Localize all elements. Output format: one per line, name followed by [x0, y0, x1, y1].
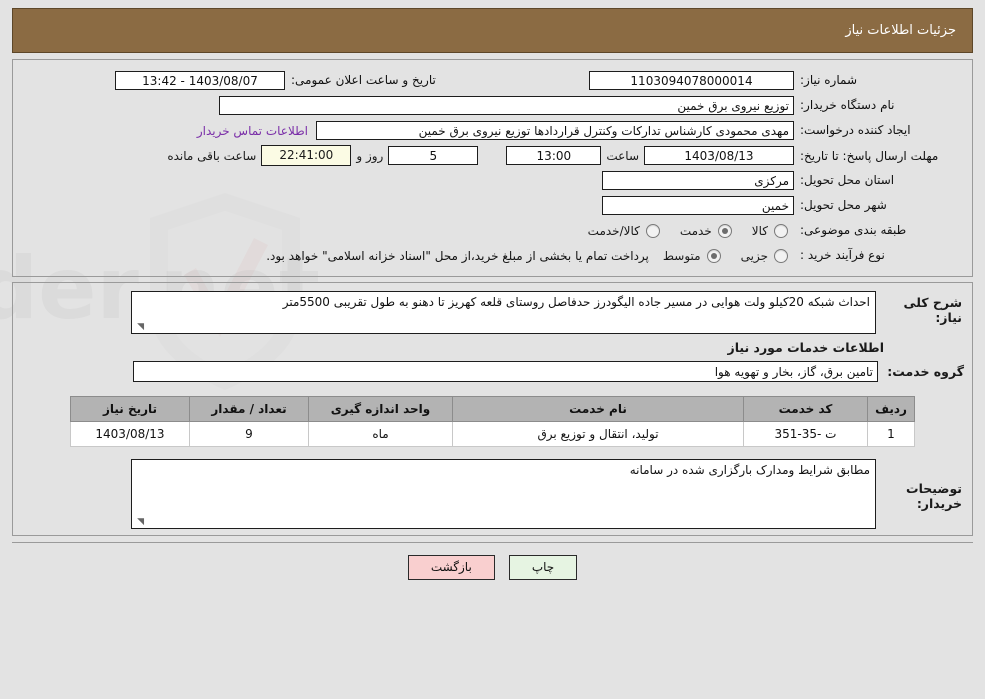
cell-unit: ماه [308, 421, 453, 447]
radio-category-2-label: کالا/خدمت [587, 223, 640, 238]
col-quantity: تعداد / مقدار [189, 396, 309, 422]
col-date: تاریخ نیاز [70, 396, 190, 422]
footer-buttons: بازگشت چاپ [0, 555, 985, 580]
radio-process-1[interactable] [706, 248, 721, 263]
row-deadline: مهلت ارسال پاسخ: تا تاریخ: 1403/08/13 سا… [21, 145, 964, 166]
buyer-notes-textarea[interactable]: مطابق شرایط ومدارک بارگزاری شده در سامان… [131, 459, 876, 529]
service-group-value: تامین برق، گاز، بخار و تهویه هوا [133, 361, 878, 382]
resize-grip-icon-notes[interactable]: ◥ [135, 518, 144, 527]
cell-date: 1403/08/13 [70, 421, 190, 447]
buyer-org-value: توزیع نیروی برق خمین [219, 96, 794, 115]
need-number-value: 1103094078000014 [589, 71, 794, 90]
need-summary-panel: شماره نیاز: 1103094078000014 تاریخ و ساع… [12, 59, 973, 277]
row-city: شهر محل تحویل: خمین [21, 195, 964, 216]
countdown-timer: 22:41:00 [261, 145, 352, 166]
radio-process-1-label: متوسط [662, 248, 701, 263]
row-category: طبقه بندی موضوعی: کالا خدمت کالا/خدمت [21, 220, 964, 241]
page-header: جزئیات اطلاعات نیاز [12, 8, 973, 53]
creator-value: مهدی محمودی کارشناس تدارکات وکنترل قرارد… [316, 121, 794, 140]
cell-name: تولید، انتقال و توزیع برق [452, 421, 744, 447]
creator-label: ایجاد کننده درخواست: [800, 123, 911, 137]
buyer-notes-block: توضیحات خریدار: مطابق شرایط ومدارک بارگز… [21, 459, 964, 529]
row-need-number: شماره نیاز: 1103094078000014 تاریخ و ساع… [21, 70, 964, 91]
need-detail-panel: شرح کلی نیاز: احداث شبکه 20کیلو ولت هوای… [12, 282, 973, 536]
hour-label: ساعت [606, 148, 639, 163]
need-number-label: شماره نیاز: [800, 73, 857, 87]
province-label: استان محل تحویل: [800, 173, 895, 187]
col-index: ردیف [867, 396, 915, 422]
row-buyer-org: نام دستگاه خریدار: توزیع نیروی برق خمین [21, 95, 964, 116]
deadline-date-value: 1403/08/13 [644, 146, 794, 165]
resize-grip-icon[interactable]: ◥ [135, 323, 144, 332]
announce-value: 1403/08/07 - 13:42 [115, 71, 285, 90]
radio-category-0-label: کالا [751, 223, 768, 238]
buyer-org-label: نام دستگاه خریدار: [800, 98, 895, 112]
days-label: روز و [356, 148, 384, 163]
radio-category-1-label: خدمت [679, 223, 712, 238]
table-header-row: ردیف کد خدمت نام خدمت واحد اندازه گیری ت… [70, 396, 915, 422]
col-unit: واحد اندازه گیری [308, 396, 453, 422]
announce-label: تاریخ و ساعت اعلان عمومی: [291, 73, 436, 87]
city-label: شهر محل تحویل: [800, 198, 887, 212]
row-creator: ایجاد کننده درخواست: مهدی محمودی کارشناس… [21, 120, 964, 141]
print-button[interactable]: چاپ [508, 555, 578, 580]
description-block: شرح کلی نیاز: احداث شبکه 20کیلو ولت هوای… [21, 291, 964, 334]
radio-process-0-label: جزیی [740, 248, 768, 263]
radio-category-0[interactable] [774, 223, 788, 238]
description-label: شرح کلی نیاز: [903, 295, 962, 325]
footer-divider [12, 542, 973, 543]
province-value: مرکزی [602, 171, 794, 190]
row-province: استان محل تحویل: مرکزی [21, 170, 964, 191]
page-root: AriaTender.net جزئیات اطلاعات نیاز شماره… [0, 8, 985, 699]
buyer-notes-value: مطابق شرایط ومدارک بارگزاری شده در سامان… [629, 463, 870, 477]
cell-index: 1 [867, 421, 915, 447]
services-table: ردیف کد خدمت نام خدمت واحد اندازه گیری ت… [70, 396, 915, 447]
radio-category-1[interactable] [717, 223, 732, 238]
process-note: پرداخت تمام یا بخشی از مبلغ خرید،از محل … [266, 248, 649, 263]
deadline-time-value: 13:00 [506, 146, 602, 165]
process-label: نوع فرآیند خرید : [800, 248, 885, 262]
service-group-label: گروه خدمت: [887, 364, 964, 379]
back-button[interactable]: بازگشت [407, 555, 495, 580]
page-title: جزئیات اطلاعات نیاز [845, 23, 956, 38]
cell-code: ت -35-351 [743, 421, 868, 447]
radio-process-0[interactable] [774, 248, 788, 263]
buyer-contact-link[interactable]: اطلاعات تماس خریدار [189, 124, 316, 138]
cell-quantity: 9 [189, 421, 309, 447]
col-name: نام خدمت [452, 396, 744, 422]
service-group-block: گروه خدمت: تامین برق، گاز، بخار و تهویه … [21, 361, 964, 382]
table-row: 1 ت -35-351 تولید، انتقال و توزیع برق ما… [70, 421, 915, 447]
category-label: طبقه بندی موضوعی: [800, 223, 907, 237]
services-section-title: اطلاعات خدمات مورد نیاز [727, 340, 885, 355]
radio-category-2[interactable] [645, 223, 660, 238]
deadline-label: مهلت ارسال پاسخ: تا تاریخ: [800, 148, 939, 163]
row-process-type: نوع فرآیند خرید : جزیی متوسط پرداخت تمام… [21, 245, 964, 266]
col-code: کد خدمت [743, 396, 868, 422]
days-remaining-value: 5 [388, 146, 479, 165]
buyer-notes-label: توضیحات خریدار: [906, 481, 962, 511]
city-value: خمین [602, 196, 794, 215]
description-textarea[interactable]: احداث شبکه 20کیلو ولت هوایی در مسیر جاده… [131, 291, 876, 334]
remaining-label: ساعت باقی مانده [167, 148, 257, 163]
description-value: احداث شبکه 20کیلو ولت هوایی در مسیر جاده… [282, 295, 870, 309]
